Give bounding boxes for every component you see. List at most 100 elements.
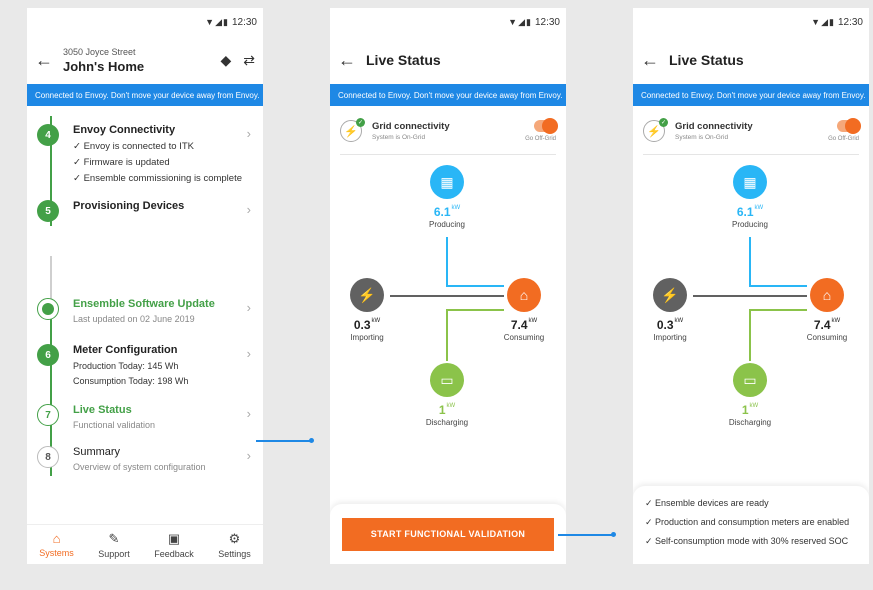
step-detail: Consumption Today: 198 Wh xyxy=(73,376,189,386)
step-number: 7 xyxy=(37,404,59,426)
importing-label: Importing xyxy=(350,333,384,342)
setup-steps: 4 Envoy Connectivity ✓ Envoy is connecte… xyxy=(27,116,263,478)
producing-node: ▦ 6.1kW Producing xyxy=(720,165,780,229)
check-item: ✓ Envoy is connected to ITK xyxy=(73,141,194,152)
connection-banner: Connected to Envoy. Don't move your devi… xyxy=(633,84,869,106)
flow-connector xyxy=(558,534,614,536)
battery-icon: ▭ xyxy=(733,363,767,397)
energy-flow-diagram: ▦ 6.1kW Producing ⚡ 0.3kW Importing ⌂ 7.… xyxy=(633,155,869,455)
importing-label: Importing xyxy=(653,333,687,342)
chevron-right-icon: › xyxy=(246,300,251,315)
tab-label: Feedback xyxy=(154,548,194,559)
grid-connectivity-row: ⚡ ✓ Grid connectivity System is On-Grid G… xyxy=(340,106,558,155)
header: ← Live Status xyxy=(633,36,869,84)
grid-connectivity-row: ⚡ ✓ Grid connectivity System is On-Grid G… xyxy=(643,106,861,155)
importing-value: 0.3 xyxy=(353,318,371,332)
gear-icon: ⚙ xyxy=(228,530,241,546)
tab-settings[interactable]: ⚙ Settings xyxy=(218,531,251,559)
grid-title: Grid connectivity xyxy=(675,121,753,132)
consuming-node: ⌂ 7.4kW Consuming xyxy=(494,278,554,342)
solar-panel-icon: ▦ xyxy=(430,165,464,199)
connector-dot xyxy=(309,438,314,443)
check-badge-icon: ✓ xyxy=(659,118,668,127)
tab-feedback[interactable]: ▣ Feedback xyxy=(154,531,194,559)
step-summary[interactable]: 8 Summary Overview of system configurati… xyxy=(37,438,263,478)
site-address: 3050 Joyce Street xyxy=(63,46,136,57)
check-item: ✓ Firmware is updated xyxy=(73,157,170,168)
importing-node: ⚡ 0.3kW Importing xyxy=(337,278,397,342)
step-live-status[interactable]: 7 Live Status Functional validation › xyxy=(37,396,263,436)
back-arrow-icon[interactable]: ← xyxy=(35,50,63,71)
step-ensemble-software-update[interactable]: Ensemble Software Update Last updated on… xyxy=(37,290,263,330)
phone-live-status-results: ▼◢▮ 12:30 ← Live Status Connected to Env… xyxy=(633,8,869,564)
header: ← 3050 Joyce Street John's Home ◆ ⇄ xyxy=(27,36,263,84)
step-detail: Production Today: 145 Wh xyxy=(73,361,179,371)
toggle-switch[interactable] xyxy=(534,118,558,134)
page-title: Live Status xyxy=(669,52,744,68)
step-title: Summary xyxy=(73,446,121,458)
tab-label: Support xyxy=(98,548,130,559)
grid-title: Grid connectivity xyxy=(372,121,450,132)
discharging-node: ▭ 1kW Discharging xyxy=(720,363,780,427)
connection-banner: Connected to Envoy. Don't move your devi… xyxy=(330,84,566,106)
house-icon: ⌂ xyxy=(507,278,541,312)
discharging-node: ▭ 1kW Discharging xyxy=(417,363,477,427)
off-grid-toggle[interactable]: Go Off-Grid xyxy=(828,118,861,142)
step-title: Meter Configuration xyxy=(73,344,178,356)
step-envoy-connectivity[interactable]: 4 Envoy Connectivity ✓ Envoy is connecte… xyxy=(37,116,263,190)
step-subtitle: Overview of system configuration xyxy=(73,462,206,472)
unit: kW xyxy=(446,403,456,409)
status-bar: ▼◢▮ 12:30 xyxy=(633,8,869,36)
back-arrow-icon[interactable]: ← xyxy=(641,50,669,71)
clock: 12:30 xyxy=(837,16,863,28)
swap-icon[interactable]: ⇄ xyxy=(243,52,255,69)
consuming-value: 7.4 xyxy=(813,318,831,332)
signal-icons: ▼◢▮ xyxy=(508,16,532,27)
grid-tower-icon: ⚡ xyxy=(653,278,687,312)
toggle-switch[interactable] xyxy=(837,118,861,134)
step-title: Provisioning Devices xyxy=(73,200,185,212)
signal-icons: ▼◢▮ xyxy=(205,16,229,27)
house-icon: ⌂ xyxy=(810,278,844,312)
grid-status: System is On-Grid xyxy=(372,134,426,141)
consuming-node: ⌂ 7.4kW Consuming xyxy=(797,278,857,342)
importing-value: 0.3 xyxy=(656,318,674,332)
page-title: Live Status xyxy=(366,52,441,68)
chevron-right-icon: › xyxy=(246,202,251,217)
consuming-value: 7.4 xyxy=(510,318,528,332)
tab-label: Settings xyxy=(218,548,251,559)
start-functional-validation-button[interactable]: START FUNCTIONAL VALIDATION xyxy=(342,517,554,551)
clock: 12:30 xyxy=(231,16,257,28)
battery-icon: ▭ xyxy=(430,363,464,397)
unit: kW xyxy=(831,318,841,324)
status-bar: ▼◢▮ 12:30 xyxy=(27,8,263,36)
tab-systems[interactable]: ⌂ Systems xyxy=(39,531,74,558)
tab-support[interactable]: ✎ Support xyxy=(98,531,130,559)
step-title: Ensemble Software Update xyxy=(73,298,215,310)
unit: kW xyxy=(528,318,538,324)
step-meter-configuration[interactable]: 6 Meter Configuration Production Today: … xyxy=(37,336,263,392)
step-provisioning-devices[interactable]: 5 Provisioning Devices › xyxy=(37,192,263,228)
unit: kW xyxy=(749,403,759,409)
grid-status: System is On-Grid xyxy=(675,134,729,141)
back-arrow-icon[interactable]: ← xyxy=(338,50,366,71)
flow-connector xyxy=(256,440,312,442)
importing-node: ⚡ 0.3kW Importing xyxy=(640,278,700,342)
discharging-label: Discharging xyxy=(425,418,469,427)
result-item: ✓ Production and consumption meters are … xyxy=(645,517,850,527)
connection-banner: Connected to Envoy. Don't move your devi… xyxy=(27,84,263,106)
phone-live-status: ▼◢▮ 12:30 ← Live Status Connected to Env… xyxy=(330,8,566,564)
wrench-icon: ✎ xyxy=(108,530,120,546)
chevron-right-icon: › xyxy=(246,406,251,421)
step-number: 4 xyxy=(37,124,59,146)
navigate-icon[interactable]: ◆ xyxy=(220,52,231,69)
consuming-label: Consuming xyxy=(503,333,545,342)
clock: 12:30 xyxy=(534,16,560,28)
step-in-progress-indicator xyxy=(37,298,59,320)
result-item: ✓ Ensemble devices are ready xyxy=(645,498,769,508)
discharging-value: 1 xyxy=(438,403,446,417)
off-grid-toggle[interactable]: Go Off-Grid xyxy=(525,118,558,142)
grid-tower-icon: ⚡ ✓ xyxy=(643,118,668,142)
step-subtitle: Functional validation xyxy=(73,420,156,430)
validation-results: ✓ Ensemble devices are ready ✓ Productio… xyxy=(633,486,869,564)
